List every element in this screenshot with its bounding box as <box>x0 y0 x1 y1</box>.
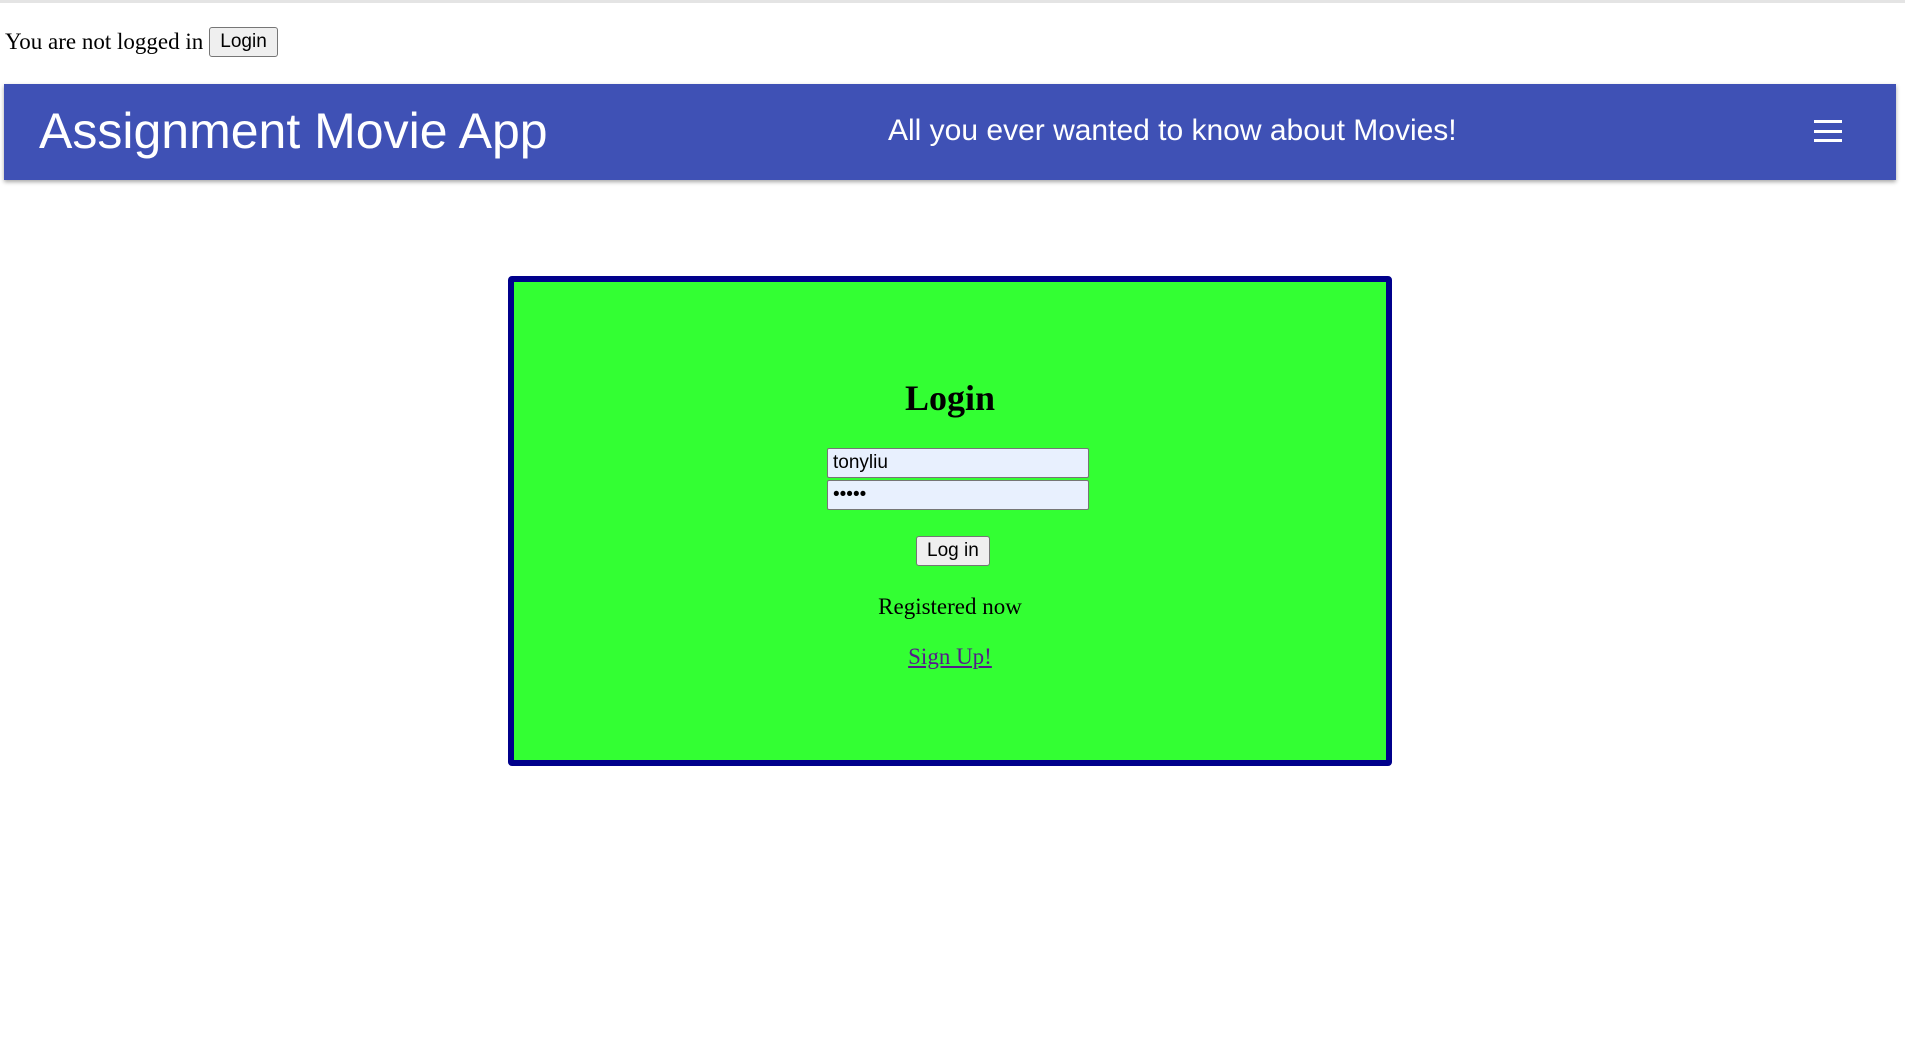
auth-status-bar: You are not logged in Login <box>5 27 278 57</box>
username-input[interactable] <box>827 448 1089 478</box>
login-card: Login Log in Registered now Sign Up! <box>508 276 1392 766</box>
log-in-button[interactable]: Log in <box>916 536 990 566</box>
register-text: Registered now <box>878 594 1022 619</box>
top-divider <box>0 0 1905 3</box>
app-bar: Assignment Movie App All you ever wanted… <box>4 84 1896 180</box>
sign-up-link[interactable]: Sign Up! <box>908 644 992 669</box>
login-heading: Login <box>904 378 996 418</box>
header-login-button[interactable]: Login <box>209 27 278 57</box>
password-input[interactable] <box>827 480 1089 510</box>
app-title: Assignment Movie App <box>39 103 548 159</box>
auth-status-text: You are not logged in <box>5 29 204 54</box>
hamburger-menu-icon[interactable] <box>1814 120 1842 142</box>
app-tagline: All you ever wanted to know about Movies… <box>888 114 1457 147</box>
